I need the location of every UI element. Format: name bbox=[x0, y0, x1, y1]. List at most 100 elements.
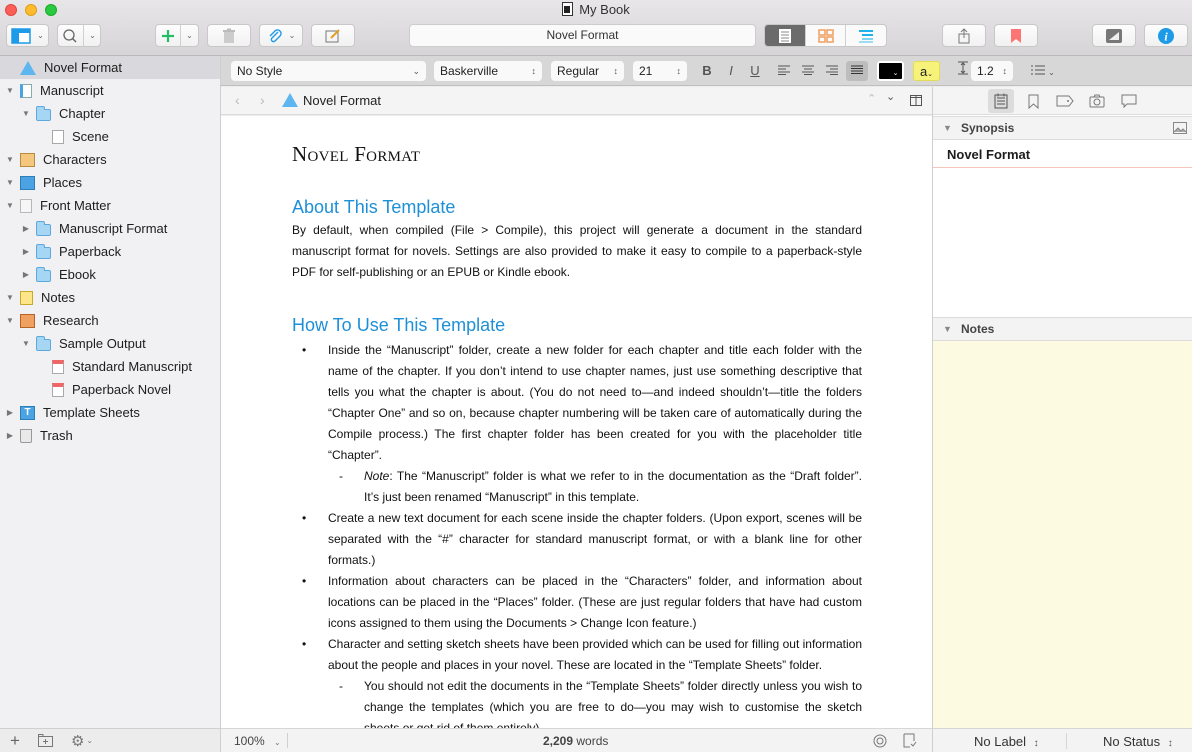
inspector-tab-bookmarks[interactable] bbox=[1020, 89, 1046, 113]
info-icon: i bbox=[1158, 27, 1174, 44]
composition-mode-button[interactable] bbox=[1092, 24, 1136, 47]
highlight-color-button[interactable]: a⌄ bbox=[913, 61, 940, 81]
split-editor-icon[interactable] bbox=[910, 95, 922, 106]
notes-text-area[interactable] bbox=[933, 341, 1192, 728]
italic-button[interactable]: I bbox=[721, 61, 741, 81]
binder-item-label: Places bbox=[43, 175, 83, 190]
trash-button[interactable] bbox=[207, 24, 251, 47]
bookmark-button[interactable] bbox=[994, 24, 1038, 47]
status-select[interactable]: No Status ↕ bbox=[1103, 734, 1173, 749]
inspector-tab-snapshots[interactable] bbox=[1084, 89, 1110, 113]
disclosure-expanded-icon[interactable]: ▼ bbox=[21, 109, 31, 118]
disclosure-expanded-icon[interactable]: ▼ bbox=[5, 86, 15, 95]
compose-button[interactable] bbox=[311, 24, 355, 47]
binder-item[interactable]: ▼ Notes bbox=[0, 286, 220, 309]
binder-item[interactable]: Paperback Novel bbox=[0, 378, 220, 401]
synopsis-section-header[interactable]: ▼ Synopsis bbox=[933, 116, 1192, 140]
chevron-down-icon: ⌄ bbox=[37, 31, 44, 40]
align-right-button[interactable] bbox=[822, 61, 842, 81]
disclosure-collapsed-icon[interactable]: ▶ bbox=[21, 247, 31, 256]
zoom-select[interactable]: 100% ⌄ bbox=[234, 734, 281, 748]
font-family-select[interactable]: Baskerville ↕ bbox=[434, 61, 542, 81]
manuscript-icon bbox=[20, 83, 32, 98]
plus-icon bbox=[162, 29, 175, 42]
target-icon[interactable] bbox=[873, 734, 887, 748]
document-view-button[interactable] bbox=[765, 25, 806, 46]
disclosure-collapsed-icon[interactable]: ▶ bbox=[5, 431, 15, 440]
forward-arrow-icon[interactable]: › bbox=[260, 92, 265, 108]
binder-toggle-button[interactable]: ⌄ bbox=[6, 24, 49, 47]
binder-item[interactable]: Novel Format bbox=[0, 56, 220, 79]
share-button[interactable] bbox=[942, 24, 986, 47]
binder-item[interactable]: ▶ Paperback bbox=[0, 240, 220, 263]
line-spacing-select[interactable]: 1.2 ↕ bbox=[971, 61, 1013, 81]
disclosure-collapsed-icon[interactable]: ▶ bbox=[21, 224, 31, 233]
disclosure-expanded-icon[interactable]: ▼ bbox=[5, 316, 15, 325]
label-select[interactable]: No Label ↕ bbox=[974, 734, 1039, 749]
binder-item[interactable]: ▶ Manuscript Format bbox=[0, 217, 220, 240]
back-arrow-icon[interactable]: ‹ bbox=[235, 92, 240, 108]
chevron-down-icon: ⌄ bbox=[86, 736, 94, 745]
search-button[interactable]: ⌄ bbox=[57, 24, 101, 47]
disclosure-expanded-icon[interactable]: ▼ bbox=[21, 339, 31, 348]
characters-icon bbox=[20, 152, 35, 167]
binder-item[interactable]: ▶ Ebook bbox=[0, 263, 220, 286]
binder-item[interactable]: ▼ Manuscript bbox=[0, 79, 220, 102]
binder-item[interactable]: ▼ Sample Output bbox=[0, 332, 220, 355]
disclosure-expanded-icon[interactable]: ▼ bbox=[5, 201, 15, 210]
binder-item[interactable]: ▼ Research bbox=[0, 309, 220, 332]
paragraph-style-select[interactable]: No Style ⌄ bbox=[231, 61, 426, 81]
document-view-icon bbox=[778, 28, 791, 43]
disclosure-collapsed-icon[interactable]: ▶ bbox=[5, 408, 15, 417]
binder-item-label: Ebook bbox=[59, 267, 96, 282]
add-document-button[interactable]: ⌄ bbox=[155, 24, 199, 47]
inspector-toggle-button[interactable]: i bbox=[1144, 24, 1188, 47]
plus-icon[interactable]: + bbox=[10, 731, 20, 751]
new-folder-icon[interactable] bbox=[37, 734, 53, 747]
gear-icon[interactable]: ⚙ bbox=[71, 732, 84, 750]
disclosure-expanded-icon[interactable]: ▼ bbox=[5, 293, 15, 302]
list-style-button[interactable]: ⌄ bbox=[1026, 61, 1060, 81]
binder-item[interactable]: ▼ Characters bbox=[0, 148, 220, 171]
binder-item[interactable]: Standard Manuscript bbox=[0, 355, 220, 378]
binder-item-label: Manuscript bbox=[40, 83, 104, 98]
font-weight-select[interactable]: Regular ↕ bbox=[551, 61, 624, 81]
align-left-button[interactable] bbox=[774, 61, 794, 81]
corkboard-view-button[interactable] bbox=[806, 25, 847, 46]
inspector-tab-notes[interactable] bbox=[988, 89, 1014, 113]
image-icon[interactable] bbox=[1173, 122, 1187, 134]
editor-document-title[interactable]: Novel Format bbox=[303, 93, 381, 108]
binder-item[interactable]: ▶ Trash bbox=[0, 424, 220, 447]
synopsis-text-area[interactable] bbox=[933, 169, 1192, 316]
attach-button[interactable]: ⌄ bbox=[259, 24, 303, 47]
inspector-tab-comments[interactable] bbox=[1116, 89, 1142, 113]
previous-document-icon[interactable]: ⌃ bbox=[867, 92, 876, 105]
notes-section-header[interactable]: ▼ Notes bbox=[933, 317, 1192, 341]
font-size-select[interactable]: 21 ↕ bbox=[633, 61, 687, 81]
align-center-button[interactable] bbox=[798, 61, 818, 81]
text-color-button[interactable]: ⌄ bbox=[877, 61, 904, 81]
next-document-icon[interactable]: ⌄ bbox=[886, 90, 895, 103]
disclosure-expanded-icon[interactable]: ▼ bbox=[5, 178, 15, 187]
disclosure-collapsed-icon[interactable]: ▶ bbox=[21, 270, 31, 279]
outliner-view-button[interactable] bbox=[846, 25, 886, 46]
binder-item-label: Template Sheets bbox=[43, 405, 140, 420]
bullet-item: Inside the “Manuscript” folder, create a… bbox=[292, 340, 862, 466]
document-title-field[interactable]: Novel Format bbox=[409, 24, 756, 47]
line-spacing-icon bbox=[953, 61, 973, 81]
binder-item[interactable]: Scene bbox=[0, 125, 220, 148]
binder-item-label: Manuscript Format bbox=[59, 221, 168, 236]
binder-item[interactable]: ▼ Places bbox=[0, 171, 220, 194]
chevron-down-icon: ⌄ bbox=[412, 66, 420, 76]
editor-text-area[interactable]: Novel Format About This Template By defa… bbox=[221, 116, 932, 728]
document-status-icon[interactable] bbox=[903, 733, 917, 748]
binder-item[interactable]: ▶ T Template Sheets bbox=[0, 401, 220, 424]
align-justify-button[interactable] bbox=[846, 61, 868, 81]
bold-button[interactable]: B bbox=[697, 61, 717, 81]
underline-button[interactable]: U bbox=[745, 61, 765, 81]
disclosure-expanded-icon[interactable]: ▼ bbox=[5, 155, 15, 164]
binder-item[interactable]: ▼ Chapter bbox=[0, 102, 220, 125]
inspector-tab-metadata[interactable] bbox=[1052, 89, 1078, 113]
synopsis-title-field[interactable]: Novel Format bbox=[933, 142, 1192, 168]
binder-item[interactable]: ▼ Front Matter bbox=[0, 194, 220, 217]
